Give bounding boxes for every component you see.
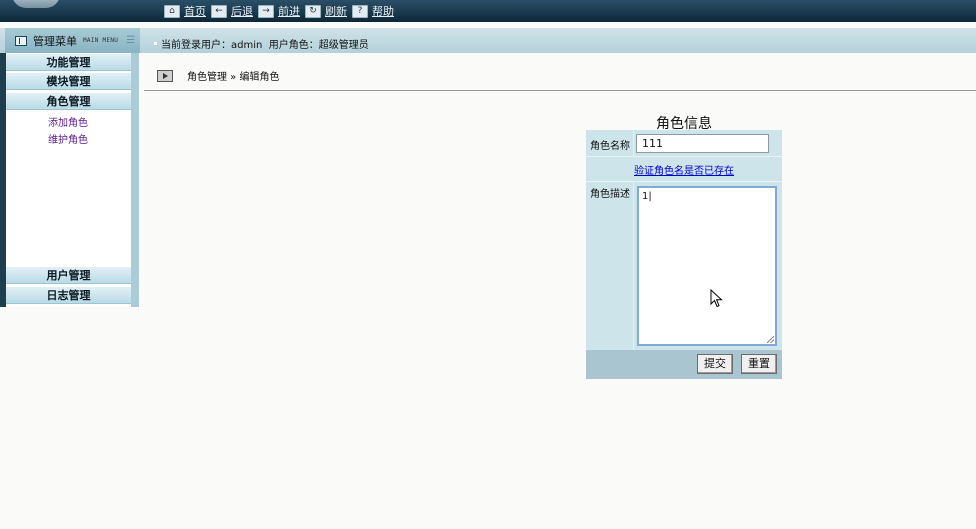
role-name-input[interactable]: 111 (636, 134, 769, 153)
mouse-cursor-icon (710, 289, 723, 308)
breadcrumb-text: 角色管理 » 编辑角色 (187, 72, 280, 83)
nav-forward[interactable]: → 前进 (258, 3, 300, 19)
nav-refresh-link[interactable]: 刷新 (325, 3, 347, 19)
role-desc-label: 角色描述 (590, 189, 630, 200)
nav-help-link[interactable]: 帮助 (372, 3, 394, 19)
help-icon: ? (352, 4, 368, 18)
nav-refresh[interactable]: ↻ 刷新 (305, 3, 347, 19)
bullet-icon (154, 42, 157, 45)
nav-toolbar: ⌂ 首页 ← 后退 → 前进 ↻ 刷新 ? 帮助 (164, 3, 396, 19)
sidebar-menu: 功能管理 模块管理 角色管理 添加角色 维护角色 用户管理 日志管理 (6, 53, 131, 307)
nav-home-link[interactable]: 首页 (184, 3, 206, 19)
row-divider (586, 156, 782, 157)
login-info: 当前登录用户：admin 用户角色：超级管理员 (154, 36, 369, 51)
login-info-text: 当前登录用户：admin 用户角色：超级管理员 (161, 40, 369, 51)
sidebar-item-function-mgmt[interactable]: 功能管理 (6, 54, 131, 71)
back-icon: ← (211, 4, 227, 18)
divider (144, 90, 976, 91)
sidebar-item-module-mgmt[interactable]: 模块管理 (6, 73, 131, 90)
menu-header: 管理菜单 MAIN MENU ☰ (5, 28, 140, 53)
nav-back[interactable]: ← 后退 (211, 3, 253, 19)
sidebar-item-log-mgmt[interactable]: 日志管理 (6, 287, 131, 304)
sidebar-item-user-mgmt[interactable]: 用户管理 (6, 267, 131, 284)
column-divider (633, 130, 634, 156)
forward-icon: → (258, 4, 274, 18)
nav-home[interactable]: ⌂ 首页 (164, 3, 206, 19)
resize-grip-icon[interactable] (767, 336, 774, 343)
play-icon (157, 69, 173, 82)
breadcrumb: 角色管理 » 编辑角色 (157, 68, 279, 83)
menu-title: 管理菜单 (33, 34, 77, 48)
role-desc-textarea[interactable]: 1| (637, 186, 777, 346)
app-logo (12, 0, 60, 8)
nav-help[interactable]: ? 帮助 (352, 3, 394, 19)
submenu-maintain-role[interactable]: 维护角色 (48, 131, 88, 146)
menu-window-icon (15, 35, 27, 46)
nav-forward-link[interactable]: 前进 (278, 3, 300, 19)
role-desc-value: 1| (642, 191, 652, 202)
sidebar-item-role-mgmt[interactable]: 角色管理 (6, 93, 131, 110)
status-bar (0, 28, 976, 53)
home-icon: ⌂ (164, 4, 180, 18)
submenu-add-role[interactable]: 添加角色 (48, 114, 88, 129)
menu-lines-icon: ☰ (126, 35, 136, 46)
nav-back-link[interactable]: 后退 (231, 3, 253, 19)
menu-subtitle: MAIN MENU (83, 37, 119, 44)
role-form: 角色名称 111 验证角色名是否已存在 角色描述 1| 提交 重置 (586, 130, 782, 379)
refresh-icon: ↻ (305, 4, 321, 18)
role-name-label: 角色名称 (590, 141, 630, 152)
verify-name-link[interactable]: 验证角色名是否已存在 (586, 162, 782, 177)
row-divider (586, 181, 782, 182)
sidebar: 功能管理 模块管理 角色管理 添加角色 维护角色 用户管理 日志管理 (6, 53, 139, 307)
submit-button[interactable]: 提交 (697, 354, 733, 374)
top-navigation-bar: ⌂ 首页 ← 后退 → 前进 ↻ 刷新 ? 帮助 (0, 0, 976, 22)
reset-button[interactable]: 重置 (741, 354, 777, 374)
column-divider (633, 181, 634, 350)
